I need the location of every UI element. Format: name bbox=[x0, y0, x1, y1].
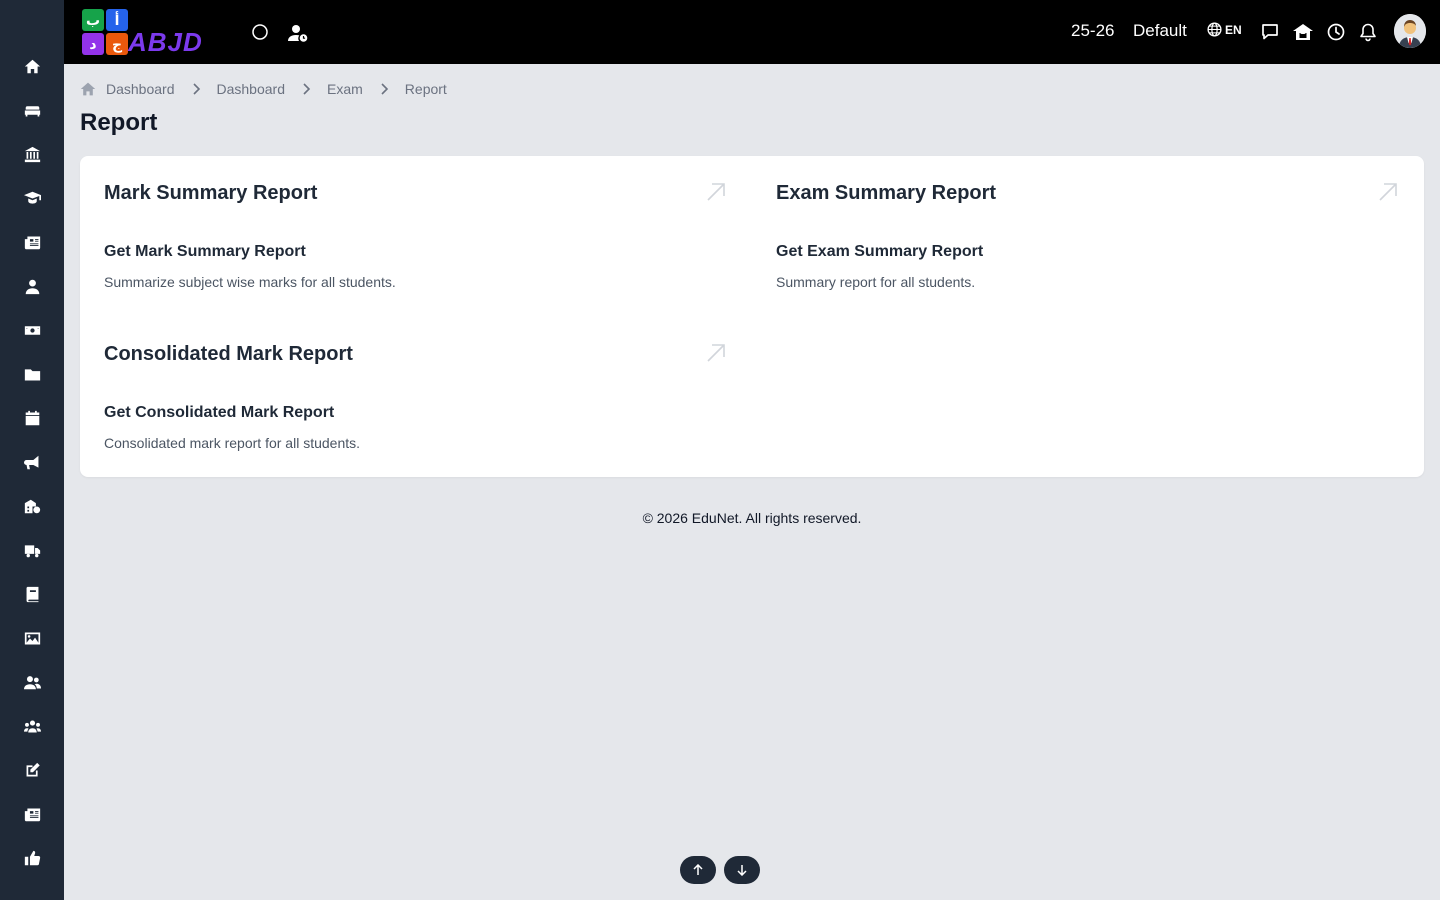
home-icon bbox=[80, 82, 96, 96]
sidebar-item-announcement[interactable] bbox=[20, 450, 44, 474]
report-title: Exam Summary Report bbox=[776, 182, 997, 204]
notifications-button[interactable] bbox=[1356, 20, 1380, 44]
app-logo[interactable]: ب أ د ج ABJD bbox=[80, 7, 230, 57]
scroll-up-button[interactable] bbox=[680, 856, 716, 884]
folder-icon bbox=[24, 368, 40, 380]
history-button[interactable] bbox=[1324, 20, 1348, 44]
group-icon bbox=[23, 720, 41, 732]
money-icon bbox=[24, 325, 40, 335]
arrow-up-right-icon[interactable] bbox=[1376, 180, 1400, 204]
profile-selector[interactable]: Default bbox=[1133, 21, 1187, 41]
user-avatar[interactable] bbox=[1394, 14, 1426, 48]
sidebar-item-money[interactable] bbox=[20, 318, 44, 342]
sidebar-item-gallery[interactable] bbox=[20, 626, 44, 650]
report-description: Summary report for all students. bbox=[776, 274, 976, 290]
truck-icon bbox=[24, 544, 40, 557]
sidebar-item-library[interactable] bbox=[20, 582, 44, 606]
home-icon bbox=[24, 59, 40, 73]
logo-tile: ب bbox=[82, 9, 104, 31]
image-icon bbox=[24, 632, 40, 644]
sidebar-item-school-settings[interactable] bbox=[20, 494, 44, 518]
school-home-button[interactable] bbox=[1291, 20, 1315, 44]
sidebar-item-news[interactable] bbox=[20, 802, 44, 826]
arrow-up-right-icon[interactable] bbox=[704, 341, 728, 365]
top-bar: ب أ د ج ABJD 25-26 Default EN bbox=[64, 0, 1440, 64]
sidebar-item-graduate[interactable] bbox=[20, 186, 44, 210]
circle-icon bbox=[252, 24, 268, 40]
chevron-right-icon bbox=[379, 83, 389, 95]
user-icon bbox=[25, 279, 39, 294]
breadcrumb-item[interactable]: Dashboard bbox=[106, 81, 175, 97]
chevron-right-icon bbox=[191, 83, 201, 95]
report-exam-summary[interactable]: Exam Summary Report Get Exam Summary Rep… bbox=[752, 156, 1400, 306]
language-selector[interactable]: EN bbox=[1207, 22, 1242, 37]
users-icon bbox=[23, 675, 41, 689]
calendar-icon bbox=[25, 410, 39, 425]
avatar-illustration bbox=[1394, 14, 1426, 48]
logo-wordmark: ABJD bbox=[128, 27, 203, 57]
chevron-right-icon bbox=[301, 83, 311, 95]
breadcrumb-home[interactable] bbox=[80, 81, 96, 97]
breadcrumb: Dashboard Dashboard Exam Report bbox=[80, 81, 447, 97]
sidebar-item-sofa[interactable] bbox=[20, 98, 44, 122]
sofa-icon bbox=[24, 105, 40, 116]
sidebar-item-folder[interactable] bbox=[20, 362, 44, 386]
school-icon bbox=[1293, 24, 1313, 40]
megaphone-icon bbox=[23, 455, 38, 469]
logo-tile: د bbox=[82, 33, 104, 55]
report-mark-summary[interactable]: Mark Summary Report Get Mark Summary Rep… bbox=[80, 156, 728, 306]
page-title: Report bbox=[80, 109, 158, 136]
user-clock-icon bbox=[288, 25, 308, 42]
report-title: Mark Summary Report bbox=[104, 182, 318, 204]
bell-icon bbox=[1360, 23, 1376, 42]
user-clock-button[interactable] bbox=[286, 21, 310, 45]
sidebar-item-users[interactable] bbox=[20, 670, 44, 694]
arrow-up-icon bbox=[693, 864, 703, 875]
edit-icon bbox=[26, 762, 40, 776]
newspaper-icon bbox=[24, 236, 40, 249]
breadcrumb-item[interactable]: Exam bbox=[327, 81, 363, 97]
clock-icon bbox=[1327, 23, 1345, 41]
graduate-icon bbox=[23, 191, 41, 204]
report-link[interactable]: Get Consolidated Mark Report bbox=[104, 404, 334, 422]
report-consolidated-mark[interactable]: Consolidated Mark Report Get Consolidate… bbox=[80, 317, 728, 467]
sidebar-item-home[interactable] bbox=[20, 54, 44, 78]
book-icon bbox=[26, 586, 38, 602]
report-list-card: Mark Summary Report Get Mark Summary Rep… bbox=[80, 156, 1424, 477]
sidebar-item-calendar[interactable] bbox=[20, 406, 44, 430]
logo-tile: أ bbox=[106, 9, 128, 31]
sidebar-item-transport[interactable] bbox=[20, 538, 44, 562]
sidebar-item-feedback[interactable] bbox=[20, 846, 44, 870]
logo-tile: ج bbox=[106, 33, 128, 55]
sidebar-item-edit[interactable] bbox=[20, 758, 44, 782]
footer-copyright: © 2026 EduNet. All rights reserved. bbox=[642, 510, 862, 526]
globe-icon bbox=[1207, 22, 1222, 37]
report-link[interactable]: Get Mark Summary Report bbox=[104, 243, 306, 261]
news-icon bbox=[24, 808, 40, 821]
scroll-down-button[interactable] bbox=[724, 856, 760, 884]
thumbs-up-icon bbox=[24, 850, 40, 865]
sidebar-item-user[interactable] bbox=[20, 274, 44, 298]
report-title: Consolidated Mark Report bbox=[104, 343, 353, 365]
report-description: Summarize subject wise marks for all stu… bbox=[104, 274, 396, 290]
sidebar-item-groups[interactable] bbox=[20, 714, 44, 738]
language-label: EN bbox=[1225, 22, 1242, 37]
school-settings-icon bbox=[24, 499, 40, 513]
breadcrumb-item[interactable]: Dashboard bbox=[217, 81, 286, 97]
sidebar bbox=[0, 0, 64, 900]
arrow-up-right-icon[interactable] bbox=[704, 180, 728, 204]
sidebar-item-newspaper[interactable] bbox=[20, 230, 44, 254]
session-selector[interactable]: 25-26 bbox=[1071, 21, 1114, 41]
status-toggle[interactable] bbox=[248, 20, 272, 44]
arrow-down-icon bbox=[737, 865, 747, 876]
sidebar-item-institution[interactable] bbox=[20, 142, 44, 166]
messages-button[interactable] bbox=[1258, 20, 1282, 44]
chat-icon bbox=[1262, 24, 1278, 40]
report-description: Consolidated mark report for all student… bbox=[104, 435, 361, 451]
report-link[interactable]: Get Exam Summary Report bbox=[776, 243, 983, 261]
breadcrumb-current: Report bbox=[404, 81, 447, 97]
institution-icon bbox=[24, 146, 40, 162]
